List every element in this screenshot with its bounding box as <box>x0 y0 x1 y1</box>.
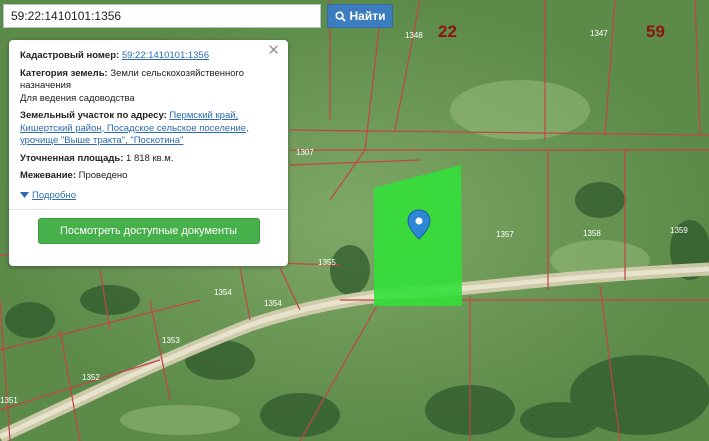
search-icon <box>334 10 346 22</box>
sector-label-59: 59 <box>646 22 665 41</box>
details-toggle[interactable]: Подробно <box>20 190 277 201</box>
cadastral-row: Кадастровый номер: 59:22:1410101:1356 <box>20 50 277 63</box>
plot-label-1307: 1307 <box>296 148 314 157</box>
popup-divider <box>9 208 288 210</box>
area-label: Уточненная площадь: <box>20 152 124 164</box>
plot-label-1347: 1347 <box>590 29 608 38</box>
search-button-label: Найти <box>349 9 386 23</box>
plot-label-1354a: 1354 <box>214 288 232 297</box>
search-button[interactable]: Найти <box>327 4 393 28</box>
plot-label-1358: 1358 <box>583 229 601 238</box>
category-label: Категория земель: <box>20 67 108 79</box>
search-input[interactable] <box>3 4 321 28</box>
area-value: 1 818 кв.м. <box>126 152 174 164</box>
cadastral-label: Кадастровый номер: <box>20 50 120 61</box>
plot-label-1355: 1355 <box>318 258 336 267</box>
survey-label: Межевание: <box>20 170 76 181</box>
survey-row: Межевание: Проведено <box>20 170 277 183</box>
plot-label-1352: 1352 <box>82 373 100 382</box>
address-row: Земельный участок по адресу: Пермский кр… <box>20 110 277 148</box>
cadastral-link[interactable]: 59:22:1410101:1356 <box>122 50 209 61</box>
plot-label-1357: 1357 <box>496 230 514 239</box>
view-documents-button[interactable]: Посмотреть доступные документы <box>37 217 260 244</box>
category-row: Категория земель: Земли сельскохозяйстве… <box>20 68 277 106</box>
parcel-info-popup: ✕ Кадастровый номер: 59:22:1410101:1356 … <box>9 40 288 266</box>
caret-down-icon <box>20 192 29 198</box>
plot-label-1351: 1351 <box>0 396 18 405</box>
use-value: Для ведения садоводства <box>20 92 135 104</box>
address-label: Земельный участок по адресу: <box>20 110 167 121</box>
plot-label-1359: 1359 <box>670 226 688 235</box>
sector-label-22: 22 <box>438 22 457 41</box>
plot-label-1348: 1348 <box>405 31 423 40</box>
survey-value: Проведено <box>78 170 128 181</box>
plot-label-1353: 1353 <box>162 336 180 345</box>
area-row: Уточненная площадь: 1 818 кв.м. <box>20 153 277 166</box>
plot-label-1354b: 1354 <box>264 299 282 308</box>
close-icon[interactable]: ✕ <box>267 43 280 58</box>
details-link[interactable]: Подробно <box>32 190 76 201</box>
